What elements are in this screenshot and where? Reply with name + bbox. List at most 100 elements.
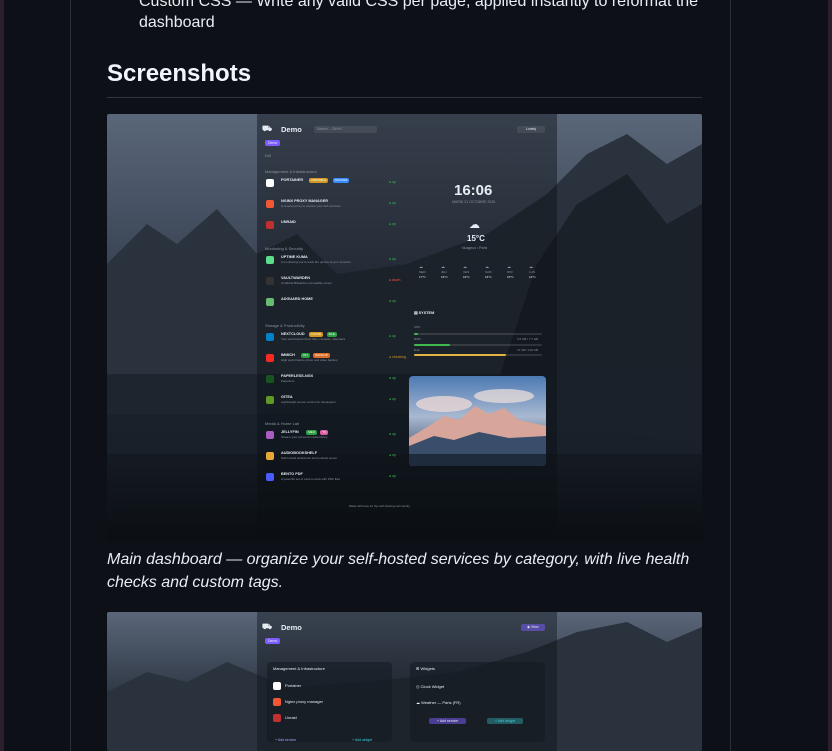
widgets-title: ⊞ Widgets [416,666,435,671]
service-icon [266,277,274,285]
service-description: Self-hosted audiobook and podcast server [281,456,338,460]
column-border-left [70,0,71,751]
service-icon [266,473,274,481]
forecast-temp: 16°C [441,275,448,279]
disk-value: 71 GB / 110 GB [517,348,538,352]
screenshot-dashboard[interactable]: ⛟ Demo Search... Ctrl+K Lonely Demo Edit Manag… [107,114,702,540]
image-widget [409,376,546,466]
service-name[interactable]: PAPERLESS-NGX [281,374,313,378]
category-title: Monitoring & Security [265,246,304,251]
service-name[interactable]: VAULTWARDEN [281,276,310,280]
category-title: Management & Infrastructure [265,169,317,174]
weather-temperature: 15°C [467,234,485,243]
forecast-icon: ☁ [485,264,489,269]
service-description: Paperless [281,379,295,383]
service-status: ● up [389,257,396,261]
service-status: ● up [389,334,396,338]
heading-divider [107,97,702,98]
add-widget-button[interactable]: + Add widget [352,738,372,742]
service-icon [273,682,281,690]
widget-item[interactable]: ◷ Clock Widget [416,684,444,689]
service-tag: UNSTABLE [308,178,329,183]
service-status: ● up [389,222,396,226]
readme-frame: Custom CSS — Write any valid CSS per pag… [4,0,828,751]
service-name[interactable]: Portainer [285,683,301,688]
forecast-temp: 16°C [485,275,492,279]
weather-description: Nuageux • Paris [462,246,488,250]
service-name[interactable]: JELLYFIN [281,430,299,434]
landscape-background-2 [107,612,702,751]
service-icon [266,354,274,362]
service-icon [273,714,281,722]
service-description: A powerful set of tools to work with PDF… [281,477,341,481]
service-name[interactable]: Nginx proxy manager [285,699,323,704]
service-description: Stream your personal media library [281,435,328,439]
service-description: Unofficial Bitwarden compatible server [281,281,332,285]
add-widget-button[interactable]: + Add widget [487,718,524,724]
clock-time: 16:06 [454,182,493,199]
service-name[interactable]: ADGUARD HOME [281,297,313,301]
service-status: ● up [389,180,396,184]
section-heading: Screenshots [107,60,252,87]
list-item-custom-css-cont: dashboard [139,14,215,31]
forecast-icon: ☁ [463,264,467,269]
service-name[interactable]: NEXTCLOUD [281,332,305,336]
forecast-day: DIM [507,270,513,274]
forecast-day: LUN [529,270,536,274]
service-name[interactable]: PORTAINER [281,178,303,182]
service-name[interactable]: UPTIME KUMA [281,255,308,259]
forecast-temp: 16°C [463,275,470,279]
service-name[interactable]: AUDIOBOOKSHELF [281,451,317,455]
forecast-day: VEN [463,270,470,274]
forecast-icon: ☁ [529,264,533,269]
theme-button[interactable]: Lonely [517,126,545,133]
screenshot-edit-mode[interactable]: ⛟ Demo Demo ◉ View Management & Infrastructu… [107,612,702,751]
forecast-temp: 17°C [419,275,426,279]
service-name[interactable]: GITEA [281,395,293,399]
search-input[interactable]: Search... Ctrl+K [314,126,377,133]
disk-label: Disk [414,348,420,352]
app-title: Demo [281,125,302,134]
footer-text: Made with love for the self-hosting comm… [349,504,410,508]
ram-label: RAM [414,337,421,341]
service-icon [266,452,274,460]
service-icon [266,179,274,187]
mountain-photo [409,376,546,466]
forecast-day: JEU [441,270,447,274]
service-description: Lightweight source control for developer… [281,400,336,404]
add-service-button[interactable]: + Add service [429,718,467,724]
app-title: Demo [281,623,302,632]
forecast-day: MER [419,270,426,274]
service-status: ● checking [389,355,406,359]
service-status: ● up [389,299,396,303]
service-name[interactable]: BENTO PDF [281,472,303,476]
add-service-button[interactable]: + Add service [275,738,296,742]
service-name[interactable]: NGINX PROXY MANAGER [281,199,328,203]
weather-cloud-icon: ☁ [469,219,480,231]
app-logo-icon: ⛟ [262,124,273,133]
category-title: Storage & Productivity [265,323,305,328]
screenshot-caption: Main dashboard — organize your self-host… [107,551,690,591]
edit-button[interactable]: Edit [265,154,271,158]
disk-bar-fill [414,354,507,356]
service-icon [266,256,274,264]
service-icon [266,200,274,208]
service-tag: DOCKER [332,178,350,183]
service-name[interactable]: UNRAID [281,220,296,224]
forecast-icon: ☁ [507,264,511,269]
service-icon [266,375,274,383]
service-status: ● up [389,376,396,380]
service-name[interactable]: IMMICH [281,353,295,357]
widget-item[interactable]: ☁ Weather — Paris (FR) [416,700,461,705]
service-icon [266,221,274,229]
service-icon [266,396,274,404]
page-tab-demo[interactable]: Demo [265,140,281,146]
app-logo-icon: ⛟ [262,622,273,631]
cpu-bar-fill [414,333,418,335]
service-icon [266,333,274,341]
page-tab-demo[interactable]: Demo [265,638,281,644]
forecast-icon: ☁ [441,264,445,269]
service-name[interactable]: Unraid [285,715,297,720]
service-status: ● down [389,278,401,282]
view-button[interactable]: ◉ View [521,624,545,631]
